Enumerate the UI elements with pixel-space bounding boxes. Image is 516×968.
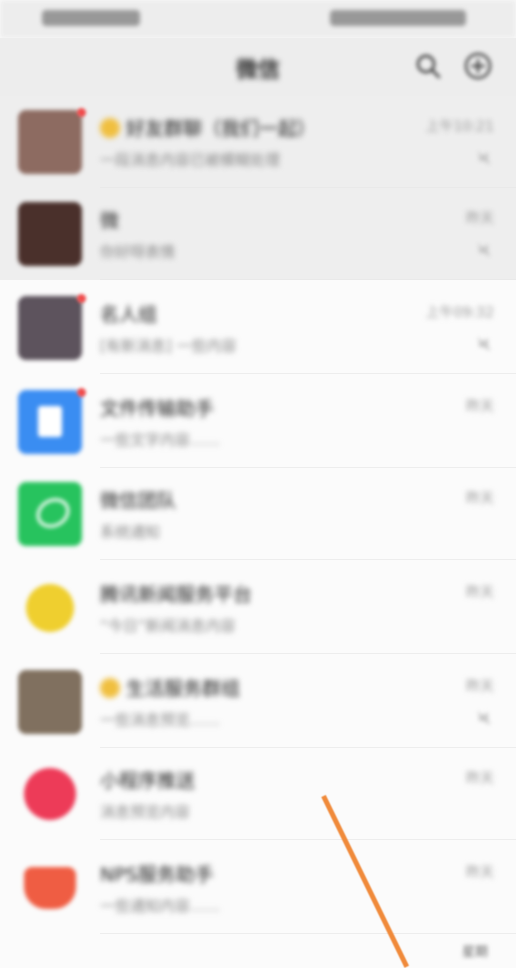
chat-avatar bbox=[18, 482, 82, 546]
chat-avatar bbox=[24, 867, 76, 909]
mute-icon bbox=[476, 242, 492, 258]
chat-preview: 一些消息预览…… bbox=[100, 711, 221, 729]
chat-name: NPS服务助手 bbox=[100, 864, 214, 886]
mute-icon bbox=[476, 336, 492, 352]
chat-avatar bbox=[24, 768, 76, 820]
chat-name: 微信团队 bbox=[100, 490, 177, 512]
status-bar bbox=[0, 0, 516, 38]
unread-dot bbox=[77, 388, 86, 397]
chat-name-text: 生活服务群组 bbox=[126, 678, 241, 700]
row-divider bbox=[100, 933, 516, 934]
chat-row[interactable]: 文件传输助手一些文字内容…… 昨天 bbox=[0, 376, 516, 468]
chat-row[interactable]: 好友群聊（我们一起） 一段消息内容已被模糊处理 上午10:21 bbox=[0, 96, 516, 188]
chat-avatar bbox=[18, 670, 82, 734]
chat-time: 昨天 bbox=[466, 585, 494, 601]
crown-icon bbox=[100, 118, 120, 138]
chat-name-text: 好友群聊（我们一起） bbox=[126, 118, 317, 140]
chat-avatar bbox=[18, 110, 82, 174]
chat-row[interactable]: 小程序推送消息预览内容 昨天 bbox=[0, 748, 516, 840]
chat-preview: 消息预览内容 bbox=[100, 803, 191, 821]
chat-preview: 一段消息内容已被模糊处理 bbox=[100, 151, 281, 169]
chat-row[interactable]: NPS服务助手一些通知内容…… 昨天 bbox=[0, 842, 516, 934]
chat-row[interactable]: 腾讯新闻服务平台 “今日”新闻消息内容 昨天 bbox=[0, 562, 516, 654]
chat-preview: 系统通知 bbox=[100, 523, 161, 541]
chat-row[interactable]: 名人组 [有新消息] 一些内容 上午09:32 bbox=[0, 282, 516, 374]
status-left-indicators bbox=[42, 10, 140, 26]
chat-time: 昨天 bbox=[466, 211, 494, 227]
chat-avatar bbox=[18, 390, 82, 454]
chat-row[interactable]: 生活服务群组一些消息预览…… 昨天 bbox=[0, 656, 516, 748]
chat-list: 好友群聊（我们一起） 一段消息内容已被模糊处理 上午10:21 微你好呀表情 昨天 名人组… bbox=[0, 96, 516, 960]
row-divider bbox=[100, 279, 516, 280]
chat-time: 昨天 bbox=[466, 771, 494, 787]
plus-circle-icon[interactable] bbox=[462, 50, 494, 82]
crown-icon bbox=[100, 678, 120, 698]
chat-name: 微 bbox=[100, 210, 120, 232]
wechat-bubble-icon bbox=[31, 492, 75, 534]
chat-preview: 一些文字内容…… bbox=[100, 431, 221, 449]
chat-preview: “今日”新闻消息内容 bbox=[100, 617, 236, 635]
chat-name: 文件传输助手 bbox=[100, 398, 215, 420]
row-divider bbox=[100, 839, 516, 840]
bottom-time-label: 星期 bbox=[461, 945, 488, 960]
chat-time: 昨天 bbox=[466, 491, 494, 507]
row-divider bbox=[100, 373, 516, 374]
unread-dot bbox=[77, 294, 86, 303]
chat-name: 好友群聊（我们一起） bbox=[100, 114, 316, 141]
top-navigation-bar: 微信 bbox=[0, 38, 516, 96]
chat-preview: 一些通知内容…… bbox=[100, 897, 221, 915]
chat-preview: 你好呀表情 bbox=[100, 243, 176, 261]
unread-dot bbox=[77, 108, 86, 117]
chat-preview: [有新消息] 一些内容 bbox=[100, 337, 237, 355]
row-divider bbox=[100, 653, 516, 654]
chat-time: 昨天 bbox=[466, 865, 494, 881]
mute-icon bbox=[476, 710, 492, 726]
chat-name: 名人组 bbox=[100, 304, 158, 326]
chat-time: 上午09:32 bbox=[425, 305, 494, 321]
chat-row[interactable]: 微信团队系统通知 昨天 bbox=[0, 468, 516, 560]
search-icon[interactable] bbox=[412, 50, 444, 82]
chat-avatar bbox=[18, 202, 82, 266]
document-icon bbox=[38, 406, 62, 437]
chat-time: 昨天 bbox=[466, 679, 494, 695]
chat-time: 上午10:21 bbox=[425, 119, 494, 135]
chat-name: 小程序推送 bbox=[100, 770, 196, 792]
mute-icon bbox=[476, 150, 492, 166]
status-right-indicators bbox=[330, 10, 466, 26]
chat-name: 腾讯新闻服务平台 bbox=[100, 584, 253, 606]
chat-time: 昨天 bbox=[466, 399, 494, 415]
chat-avatar bbox=[18, 296, 82, 360]
chat-name: 生活服务群组 bbox=[100, 674, 240, 701]
row-divider bbox=[100, 559, 516, 560]
chat-avatar bbox=[26, 584, 74, 632]
chat-row[interactable]: 微你好呀表情 昨天 bbox=[0, 188, 516, 280]
